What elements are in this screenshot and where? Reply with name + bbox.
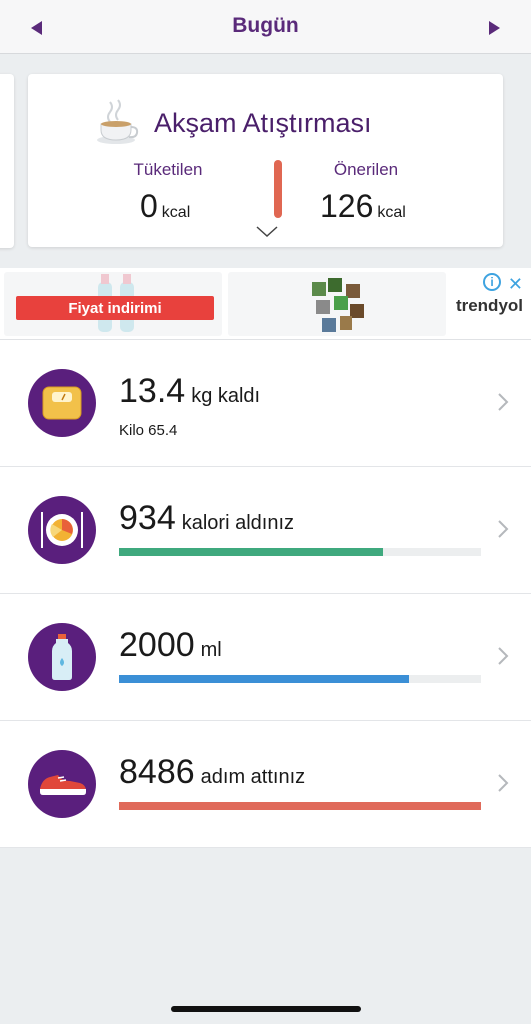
sneaker-icon xyxy=(40,775,86,795)
app-screen: Bugün Akşam Atıştırması Tüketilen 0kcal xyxy=(0,0,531,1024)
meal-progress-bar xyxy=(274,160,282,218)
calories-taken-unit: kalori aldınız xyxy=(181,512,295,534)
water-intake-unit: ml xyxy=(200,639,222,661)
calories-icon-circle xyxy=(28,496,96,564)
water-icon-circle xyxy=(28,623,96,691)
recommended-unit: kcal xyxy=(377,204,406,221)
recommended-value: 126 kcal xyxy=(320,188,406,225)
weight-remaining-unit: kg kaldı xyxy=(191,385,261,407)
steps-taken-unit: adım attınız xyxy=(200,766,306,788)
ad-product-tile[interactable]: Fiyat indirimi xyxy=(4,272,222,336)
water-progress-fill xyxy=(119,675,409,683)
chevron-right-icon xyxy=(498,393,509,411)
recommended-label: Önerilen xyxy=(333,160,399,179)
weight-icon-circle xyxy=(28,369,96,437)
ad-banner[interactable]: Fiyat indirimi i ✕ trendyol xyxy=(0,268,531,340)
ad-brand-logo: trendyol xyxy=(455,296,523,315)
water-bottle-icon xyxy=(52,634,72,680)
stats-list: 13.4 kg kaldı Kilo 65.4 934 kalori aldınız xyxy=(0,340,531,848)
calories-taken-value: 934 xyxy=(119,499,176,537)
triangle-right-icon xyxy=(489,21,500,35)
chevron-right-icon xyxy=(498,774,509,792)
date-navigation-bar: Bugün xyxy=(0,0,531,54)
ad-product-tile[interactable] xyxy=(228,272,446,336)
steps-taken-value: 8486 xyxy=(119,753,195,791)
calories-progress-fill xyxy=(119,548,384,556)
water-progress-track xyxy=(119,675,481,683)
toy-blocks-image xyxy=(312,278,364,332)
steps-progress-track xyxy=(119,802,481,810)
chevron-right-icon xyxy=(498,520,509,538)
water-intake-value: 2000 xyxy=(119,626,195,664)
calories-progress-track xyxy=(119,548,481,556)
steps-progress-fill xyxy=(119,802,481,810)
water-intake: 2000 ml xyxy=(119,626,222,665)
next-day-button[interactable] xyxy=(484,18,504,38)
meal-carousel[interactable]: Akşam Atıştırması Tüketilen 0 kcal Öneril… xyxy=(0,54,531,268)
previous-meal-card[interactable] xyxy=(0,74,14,248)
meal-card[interactable]: Akşam Atıştırması Tüketilen 0 kcal Öneril… xyxy=(28,74,503,247)
ad-discount-badge: Fiyat indirimi xyxy=(16,296,214,320)
home-indicator[interactable] xyxy=(171,1006,361,1012)
recommended-number: 126 xyxy=(320,188,374,224)
date-title: Bugün xyxy=(232,14,299,37)
close-icon[interactable]: ✕ xyxy=(508,274,523,295)
steps-row[interactable]: 8486 adım attınız xyxy=(0,721,531,848)
info-icon[interactable]: i xyxy=(483,273,501,291)
chevron-right-icon xyxy=(498,647,509,665)
steps-icon-circle xyxy=(28,750,96,818)
meal-title: Akşam Atıştırması xyxy=(154,108,372,138)
calories-taken: 934 kalori aldınız xyxy=(119,499,294,538)
steps-taken: 8486 adım attınız xyxy=(119,753,305,792)
plate-icon xyxy=(41,512,83,548)
consumed-unit: kcal xyxy=(161,204,191,221)
consumed-value: 0 kcal xyxy=(140,188,190,225)
current-weight: Kilo 65.4 xyxy=(119,422,178,439)
calories-row[interactable]: 934 kalori aldınız xyxy=(0,467,531,594)
scale-icon xyxy=(42,386,82,420)
chevron-down-icon[interactable] xyxy=(256,226,278,238)
weight-remaining: 13.4 kg kaldı xyxy=(119,372,260,411)
weight-row[interactable]: 13.4 kg kaldı Kilo 65.4 xyxy=(0,340,531,467)
consumed-number: 0 xyxy=(140,188,158,224)
weight-remaining-value: 13.4 xyxy=(119,372,186,410)
consumed-label: Tüketilen xyxy=(133,160,203,179)
water-row[interactable]: 2000 ml xyxy=(0,594,531,721)
teacup-icon xyxy=(97,99,139,144)
